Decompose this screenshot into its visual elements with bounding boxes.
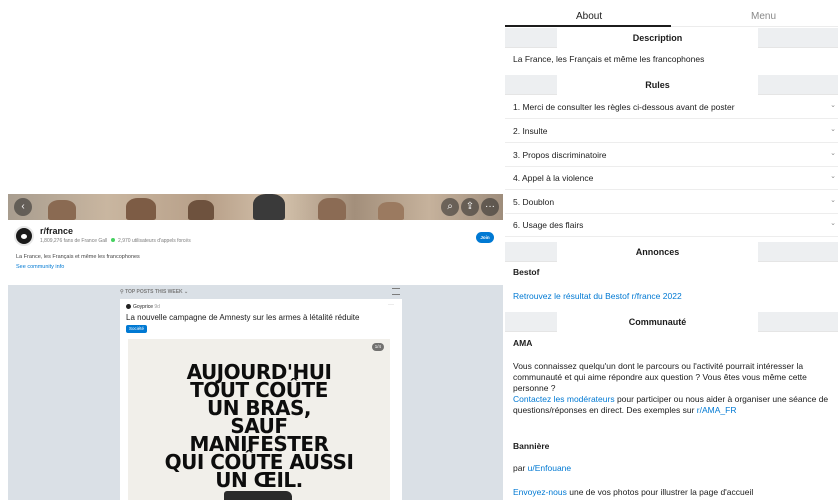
ama-title: AMA [513,338,533,348]
banniere-by: par [513,463,528,473]
chevron-down-icon: ⌄ [830,150,836,157]
subreddit-name: r/france [40,226,74,236]
tab-menu[interactable]: Menu [751,11,776,22]
subreddit-avatar [14,226,34,246]
tab-about[interactable]: About [576,11,602,22]
banniere-title: Bannière [513,441,550,451]
chevron-down-icon: ⌄ [830,220,836,227]
subreddit-banner: ‹ ⌕ ⇪ ··· [8,194,503,220]
chevron-down-icon: ⌄ [830,173,836,180]
author-avatar-icon [126,304,131,310]
join-button[interactable]: Join [476,232,494,243]
members-count: 1,809,276 fans de France Gall [40,238,108,244]
section-title: Description [557,28,758,48]
rule-label: 5. Doublon [513,197,555,207]
section-title: Communauté [557,312,758,332]
post-age: 9d [154,304,160,310]
active-tab-indicator [505,25,671,27]
banner-figure [126,198,156,220]
feed-sort-bar: ⚲ TOP POSTS THIS WEEK ⌄ [120,285,402,299]
community-info-link[interactable]: See community info [16,264,64,270]
subreddit-stats: 1,809,276 fans de France Gall 2,970 util… [40,238,191,244]
banniere-credit: par u/Enfouane [513,463,571,473]
online-count: 2,970 utilisateurs d'appels forcés [118,238,191,244]
rule-item[interactable]: 2. Insulte ⌄ [505,120,838,143]
chevron-down-icon: ⌄ [830,197,836,204]
banner-figure [188,200,214,220]
rule-item[interactable]: 3. Propos discriminatoire ⌄ [505,144,838,167]
chevron-down-icon: ⌄ [830,126,836,133]
subreddit-description: La France, les Français et même les fran… [16,254,140,260]
banner-figure [318,198,346,220]
back-icon[interactable]: ‹ [14,198,32,216]
launcher-graphic [224,491,292,500]
sort-dropdown[interactable]: ⚲ TOP POSTS THIS WEEK ⌄ [120,289,188,295]
rules-section-header: Rules [505,75,838,95]
description-section-header: Description [505,28,838,48]
bestof-title: Bestof [513,267,540,277]
ama-fr-link[interactable]: r/AMA_FR [697,405,737,415]
post-title[interactable]: La nouvelle campagne de Amnesty sur les … [126,313,359,322]
bestof-link[interactable]: Retrouvez le résultat du Bestof r/france… [513,291,682,301]
description-text: La France, les Français et même les fran… [513,54,705,64]
banner-figure [48,200,76,220]
chevron-down-icon: ⌄ [830,102,836,109]
sort-label: TOP POSTS THIS WEEK [125,289,183,295]
post-feed: ⚲ TOP POSTS THIS WEEK ⌄ Goyprice 9d ··· … [8,285,503,500]
rule-item[interactable]: 1. Merci de consulter les règles ci-dess… [505,96,838,119]
rule-label: 1. Merci de consulter les règles ci-dess… [513,102,735,112]
online-dot-icon [110,238,115,242]
rule-label: 3. Propos discriminatoire [513,150,607,160]
view-toggle-icon[interactable] [392,288,400,295]
communaute-section-header: Communauté [505,312,838,332]
post-author[interactable]: Goyprice 9d [126,304,160,310]
banner-figure [378,202,404,220]
post-card[interactable]: Goyprice 9d ··· La nouvelle campagne de … [120,299,402,500]
section-title: Annonces [557,242,758,262]
author-name: Goyprice [133,304,154,310]
post-more-icon[interactable]: ··· [388,302,394,308]
ama-paragraph: Vous connaissez quelqu'un dont le parcou… [513,361,835,416]
media-counter: 1/4 [371,343,384,351]
post-media[interactable]: 1/4 AUJOURD'HUI TOUT COÛTE UN BRAS, SAUF… [128,339,390,500]
about-sidebar: About Menu Description La France, les Fr… [505,0,838,500]
sidebar-tabs: About Menu [505,0,838,27]
subreddit-header: r/france 1,809,276 fans de France Gall 2… [14,226,494,276]
contact-moderators-link[interactable]: Contactez les modérateurs [513,394,615,404]
ama-text: Vous connaissez quelqu'un dont le parcou… [513,361,807,393]
rule-item[interactable]: 4. Appel à la violence ⌄ [505,167,838,190]
poster-text: AUJOURD'HUI TOUT COÛTE UN BRAS, SAUF MAN… [128,362,390,490]
banniere-send: Envoyez-nous une de vos photos pour illu… [513,487,753,497]
share-icon[interactable]: ⇪ [461,198,479,216]
send-photo-link[interactable]: Envoyez-nous [513,487,567,497]
search-icon[interactable]: ⌕ [441,198,459,216]
section-title: Rules [557,75,758,95]
rule-label: 6. Usage des flairs [513,220,584,230]
annonces-section-header: Annonces [505,242,838,262]
banner-figure [253,194,285,220]
rule-item[interactable]: 5. Doublon ⌄ [505,191,838,214]
subreddit-view: ‹ ⌕ ⇪ ··· r/france 1,809,276 fans de Fra… [0,194,505,500]
rule-item[interactable]: 6. Usage des flairs ⌄ [505,214,838,237]
rule-label: 4. Appel à la violence [513,173,594,183]
rule-label: 2. Insulte [513,126,548,136]
banniere-user-link[interactable]: u/Enfouane [528,463,571,473]
send-photo-text: une de vos photos pour illustrer la page… [566,487,754,497]
more-icon[interactable]: ··· [481,198,499,216]
post-flair: Société [126,325,148,333]
